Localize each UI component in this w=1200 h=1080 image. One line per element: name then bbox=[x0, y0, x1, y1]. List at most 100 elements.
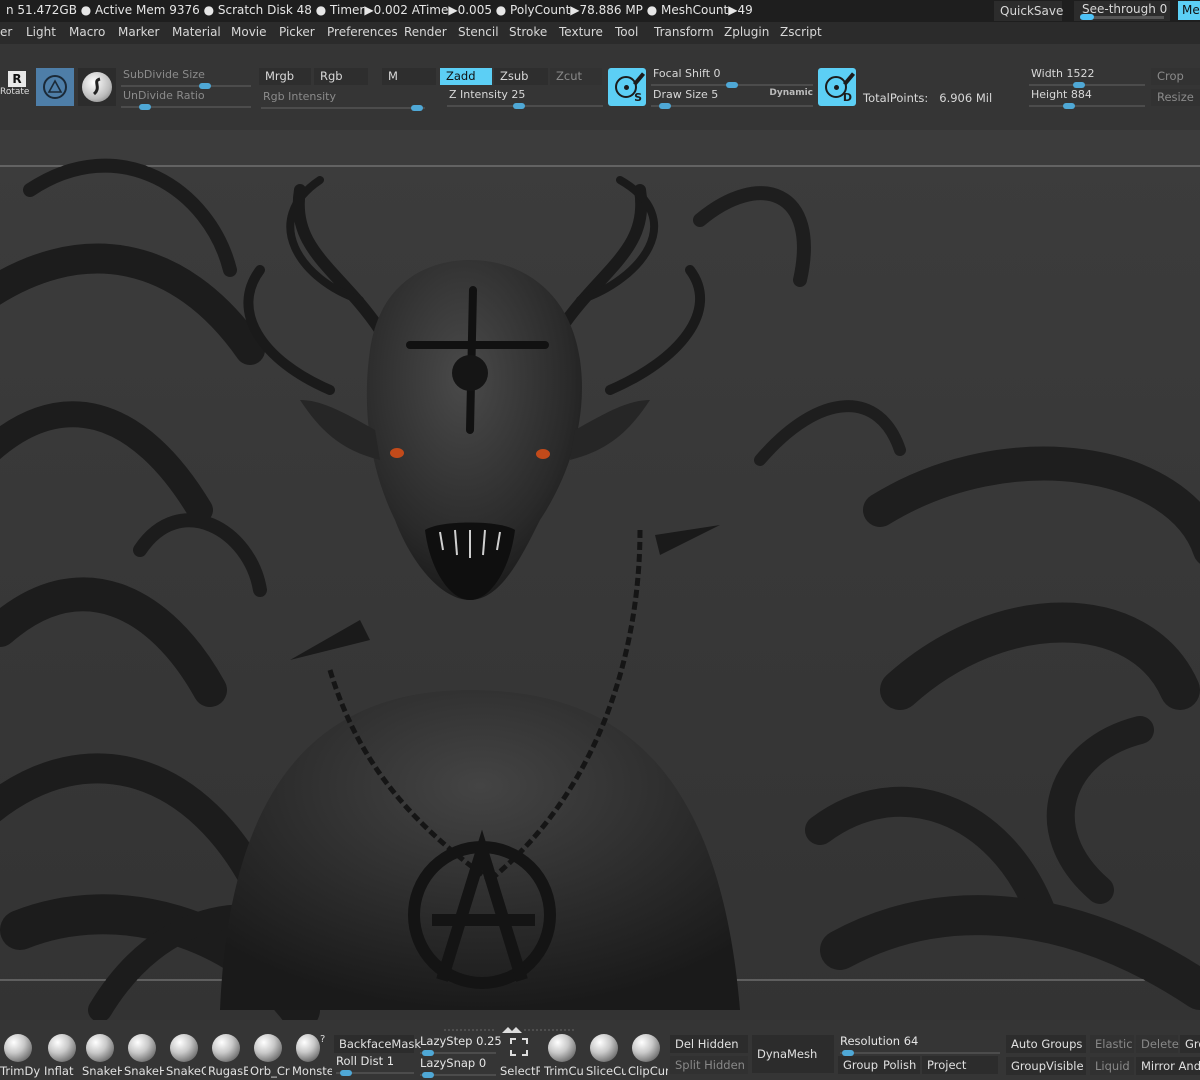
brush-inflate[interactable]: Inflat bbox=[44, 1034, 78, 1078]
z-intensity-track bbox=[447, 105, 603, 107]
menu-zscript[interactable]: Zscript bbox=[780, 25, 822, 39]
subdivide-size-label: SubDivide Size bbox=[123, 68, 205, 81]
menu-stencil[interactable]: Stencil bbox=[458, 25, 499, 39]
brush-label: TrimDy bbox=[0, 1064, 40, 1078]
brush-trimdynamic[interactable]: TrimDy bbox=[0, 1034, 40, 1078]
lazy-mouse-d-button[interactable]: D bbox=[818, 68, 856, 106]
groups-button[interactable]: Group: bbox=[838, 1056, 882, 1074]
menu-tool[interactable]: Tool bbox=[615, 25, 638, 39]
brush-label: Inflat bbox=[44, 1064, 74, 1078]
dynamic-toggle[interactable]: Dynamic bbox=[769, 88, 813, 98]
draw-size-slider[interactable]: Draw Size 5 Dynamic bbox=[651, 88, 813, 110]
menu-stroke[interactable]: Stroke bbox=[509, 25, 547, 39]
focal-shift-slider[interactable]: Focal Shift 0 bbox=[651, 67, 813, 89]
rgb-intensity-knob[interactable] bbox=[411, 105, 423, 111]
dynamesh-button[interactable]: DynaMesh bbox=[752, 1035, 834, 1073]
brush-snakecurve[interactable]: SnakeC bbox=[166, 1034, 206, 1078]
lazy-mouse-s-button[interactable]: S bbox=[608, 68, 646, 106]
shelf-handle[interactable] bbox=[444, 1020, 574, 1033]
width-slider[interactable]: Width 1522 bbox=[1029, 67, 1145, 89]
rgb-intensity-slider[interactable]: Rgb Intensity bbox=[261, 90, 425, 112]
project-button[interactable]: Project bbox=[922, 1056, 998, 1074]
brush-trim-curve[interactable]: TrimCu bbox=[544, 1034, 584, 1078]
menu-light[interactable]: Light bbox=[26, 25, 56, 39]
resize-button[interactable]: Resize bbox=[1151, 89, 1200, 106]
edit-mode-button[interactable] bbox=[36, 68, 74, 106]
m-button[interactable]: M bbox=[382, 68, 436, 85]
mirror-and-weld-button[interactable]: Mirror And bbox=[1136, 1057, 1200, 1075]
draw-size-label: Draw Size 5 bbox=[653, 88, 719, 101]
brush-orb-cracks[interactable]: Orb_Cr bbox=[250, 1034, 290, 1078]
menu-material[interactable]: Material bbox=[172, 25, 221, 39]
see-through-slider[interactable]: See-through 0 bbox=[1074, 1, 1170, 21]
brush-rugasb[interactable]: RugasB bbox=[208, 1034, 248, 1078]
lazy-step-slider[interactable]: LazyStep 0.25 bbox=[420, 1034, 502, 1056]
brush-select-rect[interactable]: SelectRe bbox=[500, 1034, 540, 1078]
brush-label: TrimCu bbox=[544, 1064, 584, 1078]
menu-texture[interactable]: Texture bbox=[559, 25, 603, 39]
z-intensity-slider[interactable]: Z Intensity 25 bbox=[447, 88, 603, 110]
polish-button[interactable]: Polish bbox=[878, 1056, 920, 1074]
elastic-button[interactable]: Elastic bbox=[1090, 1035, 1134, 1053]
del-hidden-button[interactable]: Del Hidden bbox=[670, 1035, 748, 1053]
height-knob[interactable] bbox=[1063, 103, 1075, 109]
group-split-button[interactable]: Gro bbox=[1180, 1035, 1200, 1053]
undivide-ratio-slider[interactable]: UnDivide Ratio bbox=[121, 89, 251, 111]
quicksave-button[interactable]: QuickSave bbox=[994, 1, 1063, 21]
roll-dist-slider[interactable]: Roll Dist 1 bbox=[336, 1054, 414, 1076]
menu-preferences[interactable]: Preferences bbox=[327, 25, 398, 39]
lazy-snap-knob[interactable] bbox=[422, 1072, 434, 1078]
draw-mode-button[interactable] bbox=[78, 68, 116, 106]
brush-snakehook-2[interactable]: SnakeH bbox=[124, 1034, 164, 1078]
liquid-button[interactable]: Liquid bbox=[1090, 1057, 1134, 1075]
brush-clip-curve[interactable]: ClipCur bbox=[628, 1034, 668, 1078]
brush-label: SnakeH bbox=[124, 1064, 164, 1078]
backface-mask-button[interactable]: BackfaceMask bbox=[334, 1035, 421, 1053]
menu-picker[interactable]: Picker bbox=[279, 25, 315, 39]
undivide-ratio-knob[interactable] bbox=[139, 104, 151, 110]
brush-slice-curve[interactable]: SliceCu bbox=[586, 1034, 626, 1078]
help-mark: ? bbox=[320, 1034, 326, 1045]
edit-icon bbox=[43, 75, 67, 99]
draw-size-knob[interactable] bbox=[659, 103, 671, 109]
group-visible-button[interactable]: GroupVisible bbox=[1006, 1057, 1086, 1075]
brush-monster[interactable]: ? Monste bbox=[292, 1034, 332, 1078]
rgb-intensity-label: Rgb Intensity bbox=[263, 90, 336, 103]
width-label: Width 1522 bbox=[1031, 67, 1095, 80]
resolution-slider[interactable]: Resolution 64 bbox=[840, 1034, 1000, 1056]
split-hidden-button[interactable]: Split Hidden bbox=[670, 1056, 748, 1074]
status-text: n 51.472GB ● Active Mem 9376 ● Scratch D… bbox=[6, 3, 753, 17]
snakehook-icon bbox=[86, 1034, 114, 1062]
menu-render[interactable]: Render bbox=[404, 25, 447, 39]
lazy-snap-slider[interactable]: LazySnap 0 bbox=[420, 1056, 496, 1078]
menu-zplugin[interactable]: Zplugin bbox=[724, 25, 769, 39]
rgb-button[interactable]: Rgb bbox=[314, 68, 368, 85]
target-dot bbox=[624, 85, 629, 90]
monster-ear-icon bbox=[296, 1034, 320, 1062]
roll-dist-knob[interactable] bbox=[340, 1070, 352, 1076]
brush-snakehook[interactable]: SnakeH bbox=[82, 1034, 122, 1078]
rotate-button[interactable]: R Rotate bbox=[0, 70, 30, 102]
crop-button[interactable]: Crop bbox=[1151, 68, 1200, 85]
document-canvas[interactable] bbox=[0, 130, 1200, 1020]
menu-marker[interactable]: Marker bbox=[118, 25, 159, 39]
clip-curve-icon bbox=[632, 1034, 660, 1062]
zsub-button[interactable]: Zsub bbox=[494, 68, 548, 85]
auto-groups-button[interactable]: Auto Groups bbox=[1006, 1035, 1086, 1053]
menu-macro[interactable]: Macro bbox=[69, 25, 105, 39]
menu-render-partial[interactable]: er bbox=[0, 25, 12, 39]
z-intensity-knob[interactable] bbox=[513, 103, 525, 109]
resolution-track bbox=[840, 1052, 1000, 1054]
delete-button[interactable]: Delete bbox=[1136, 1035, 1179, 1053]
menu-movie[interactable]: Movie bbox=[231, 25, 267, 39]
menus-toggle-button[interactable]: Me bbox=[1178, 1, 1200, 20]
zadd-button[interactable]: Zadd bbox=[440, 68, 492, 85]
menu-transform[interactable]: Transform bbox=[654, 25, 714, 39]
subdivide-size-slider[interactable]: SubDivide Size bbox=[121, 68, 251, 90]
trim-curve-icon bbox=[548, 1034, 576, 1062]
height-slider[interactable]: Height 884 bbox=[1029, 88, 1145, 110]
zcut-button[interactable]: Zcut bbox=[550, 68, 602, 85]
brush-label: RugasB bbox=[208, 1064, 248, 1078]
mrgb-button[interactable]: Mrgb bbox=[259, 68, 311, 85]
see-through-knob[interactable] bbox=[1080, 14, 1094, 20]
